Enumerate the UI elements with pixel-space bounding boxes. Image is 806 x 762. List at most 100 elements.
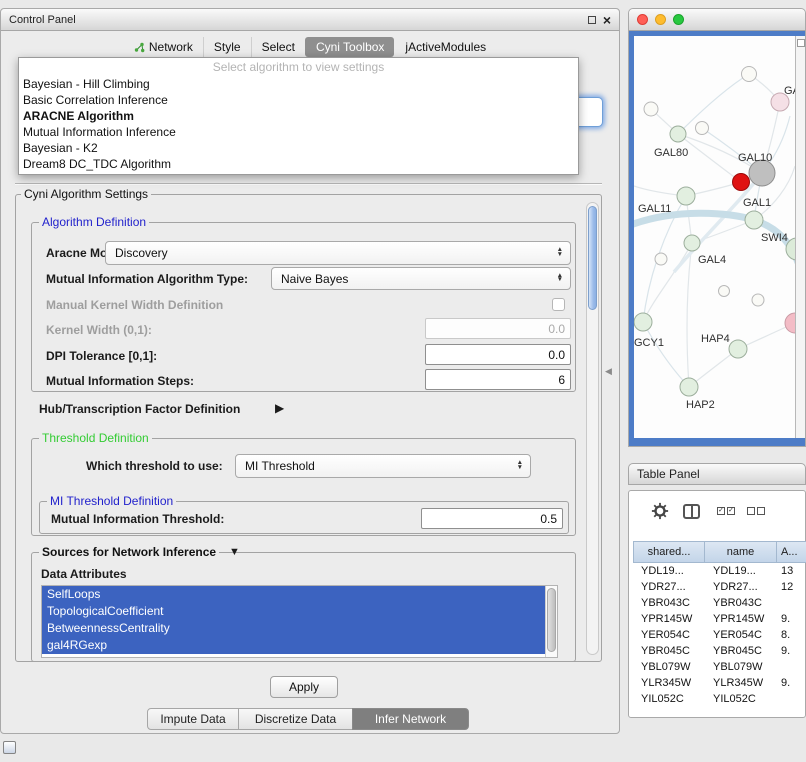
control-panel-tabstrip: Network Style Select Cyni Toolbox jActiv… xyxy=(1,37,619,57)
attributes-scrollbar[interactable] xyxy=(545,586,557,657)
table-row[interactable]: YDL19... YDL19... 13 xyxy=(633,563,806,579)
network-canvas[interactable]: GAL GAL80 GAL10 GAL11 GAL1 SWI4 GAL4 GCY… xyxy=(634,36,795,438)
table-panel-title: Table Panel xyxy=(637,467,700,481)
chevron-updown-icon: ▲▼ xyxy=(517,461,523,471)
close-traffic-light[interactable] xyxy=(637,14,648,25)
mi-steps-label: Mutual Information Steps: xyxy=(46,374,194,388)
network-node[interactable] xyxy=(742,67,757,82)
dropdown-option[interactable]: Dream8 DC_TDC Algorithm xyxy=(19,156,578,172)
node-label: GAL4 xyxy=(698,254,726,266)
aracne-mode-select[interactable]: Discovery ▲▼ xyxy=(105,241,571,265)
mi-steps-field[interactable] xyxy=(425,369,571,390)
network-node-gal80[interactable] xyxy=(670,126,686,142)
splitter-collapse-icon[interactable]: ◀ xyxy=(605,366,612,377)
tab-network[interactable]: Network xyxy=(124,37,203,57)
table-row[interactable]: YPR145W YPR145W 9. xyxy=(633,611,806,627)
manual-kernel-checkbox[interactable] xyxy=(552,298,565,311)
network-node[interactable] xyxy=(752,294,764,306)
network-node-gal4[interactable] xyxy=(684,235,700,251)
table-row[interactable]: YBR043C YBR043C xyxy=(633,595,806,611)
table-row[interactable]: YER054C YER054C 8. xyxy=(633,627,806,643)
close-icon[interactable]: × xyxy=(603,15,611,25)
chevron-right-icon[interactable]: ▶ xyxy=(275,401,284,415)
network-icon xyxy=(134,42,145,53)
tab-style[interactable]: Style xyxy=(203,37,251,57)
column-header-name[interactable]: name xyxy=(705,541,777,563)
tab-network-label: Network xyxy=(149,40,193,54)
network-node-gcy1[interactable] xyxy=(634,313,652,331)
table-panel-titlebar: Table Panel xyxy=(628,463,806,485)
network-view-frame: GAL GAL80 GAL10 GAL11 GAL1 SWI4 GAL4 GCY… xyxy=(629,31,805,446)
network-node-gal11[interactable] xyxy=(677,187,695,205)
collapsed-panel-icon[interactable] xyxy=(3,741,16,754)
attribute-item[interactable]: SelfLoops xyxy=(42,586,545,603)
select-all-icon[interactable]: ✓✓ xyxy=(717,507,735,515)
zoom-traffic-light[interactable] xyxy=(673,14,684,25)
table-row[interactable]: YDR27... YDR27... 12 xyxy=(633,579,806,595)
tab-impute-data[interactable]: Impute Data xyxy=(147,708,239,730)
chevron-updown-icon: ▲▼ xyxy=(557,248,563,258)
settings-scrollbar[interactable] xyxy=(586,202,599,655)
algorithm-definition-title: Algorithm Definition xyxy=(39,215,149,229)
float-window-icon[interactable] xyxy=(588,16,596,24)
threshold-select-value: MI Threshold xyxy=(245,459,315,473)
dropdown-option-selected[interactable]: ARACNE Algorithm xyxy=(19,108,578,124)
mi-type-select[interactable]: Naive Bayes ▲▼ xyxy=(271,267,571,290)
chevron-down-icon[interactable]: ▼ xyxy=(229,546,240,558)
column-header-shared-name[interactable]: shared... xyxy=(633,541,705,563)
network-node-red[interactable] xyxy=(733,174,750,191)
network-node[interactable] xyxy=(696,122,709,135)
mi-type-label: Mutual Information Algorithm Type: xyxy=(46,272,248,286)
chevron-updown-icon: ▲▼ xyxy=(557,274,563,284)
table-row[interactable]: YLR345W YLR345W 9. xyxy=(633,675,806,691)
settings-scrollbar-thumb[interactable] xyxy=(588,206,597,310)
dropdown-placeholder: Select algorithm to view settings xyxy=(19,58,578,76)
network-node[interactable] xyxy=(644,102,658,116)
network-node-hap2[interactable] xyxy=(680,378,698,396)
threshold-select[interactable]: MI Threshold ▲▼ xyxy=(235,454,531,478)
sources-group-title[interactable]: Sources for Network Inference xyxy=(39,545,219,559)
tab-select[interactable]: Select xyxy=(251,37,305,57)
attribute-item[interactable]: BetweennessCentrality xyxy=(42,620,545,637)
attribute-item[interactable]: gal4RGexp xyxy=(42,637,545,654)
show-columns-icon[interactable] xyxy=(683,504,700,519)
node-label: HAP2 xyxy=(686,399,715,411)
network-node-pink[interactable] xyxy=(785,313,795,333)
network-node-hap4[interactable] xyxy=(729,340,747,358)
dropdown-option[interactable]: Bayesian - K2 xyxy=(19,140,578,156)
table-row[interactable]: YIL052C YIL052C xyxy=(633,691,806,707)
table-row[interactable]: YBR045C YBR045C 9. xyxy=(633,643,806,659)
network-scroll-button[interactable] xyxy=(797,39,805,47)
deselect-all-icon[interactable] xyxy=(747,507,765,515)
attribute-item[interactable]: TopologicalCoefficient xyxy=(42,603,545,620)
network-node[interactable] xyxy=(655,253,667,265)
kernel-width-field[interactable] xyxy=(425,318,571,339)
tab-cyni-toolbox[interactable]: Cyni Toolbox xyxy=(305,37,394,57)
dropdown-option[interactable]: Bayesian - Hill Climbing xyxy=(19,76,578,92)
mi-type-value: Naive Bayes xyxy=(281,272,348,286)
attributes-scrollbar-thumb[interactable] xyxy=(547,588,556,652)
minimize-traffic-light[interactable] xyxy=(655,14,666,25)
algorithm-dropdown-popup: Select algorithm to view settings Bayesi… xyxy=(18,57,579,175)
hub-definition-expander-label[interactable]: Hub/Transcription Factor Definition xyxy=(39,402,240,416)
dropdown-option[interactable]: Basic Correlation Inference xyxy=(19,92,578,108)
aracne-mode-value: Discovery xyxy=(115,246,168,260)
tab-jactivemodules[interactable]: jActiveModules xyxy=(394,37,496,57)
dpi-tolerance-field[interactable] xyxy=(425,344,571,365)
column-header-partial[interactable]: A... xyxy=(777,541,806,563)
tab-discretize-data[interactable]: Discretize Data xyxy=(238,708,353,730)
tab-infer-network[interactable]: Infer Network xyxy=(352,708,469,730)
network-node-gal1[interactable] xyxy=(745,211,763,229)
table-row[interactable]: YBL079W YBL079W xyxy=(633,659,806,675)
dpi-tolerance-label: DPI Tolerance [0,1]: xyxy=(46,349,157,363)
network-node[interactable] xyxy=(719,286,730,297)
dropdown-option[interactable]: Mutual Information Inference xyxy=(19,124,578,140)
mi-threshold-field[interactable] xyxy=(421,508,563,529)
network-scrollbar[interactable] xyxy=(795,36,806,438)
data-attributes-label: Data Attributes xyxy=(41,567,127,581)
apply-button[interactable]: Apply xyxy=(270,676,338,698)
section-divider xyxy=(15,183,602,185)
gear-icon[interactable] xyxy=(651,502,669,520)
algorithm-combobox-fragment[interactable] xyxy=(577,97,603,127)
control-panel-title: Control Panel xyxy=(9,14,76,26)
